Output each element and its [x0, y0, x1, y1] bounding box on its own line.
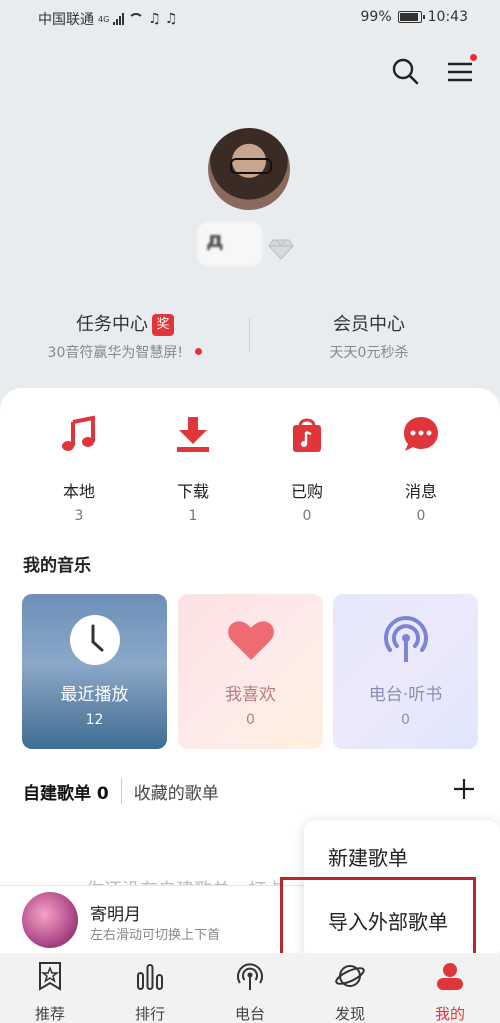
tab-collected-playlists[interactable]: 收藏的歌单 [134, 779, 219, 804]
tab-created-count: 0 [96, 783, 109, 804]
bar-chart-icon [137, 964, 163, 990]
player-hint: 左右滑动可切换上下首 [90, 928, 221, 943]
nav-mine[interactable]: 我的 [420, 961, 480, 1023]
tile-recent-count: 12 [85, 712, 104, 728]
broadcast-icon [384, 616, 428, 662]
nickname-text: д [206, 228, 224, 253]
battery-percent: 99% [360, 9, 392, 25]
purchased-bag-icon [293, 418, 321, 452]
quick-message-label: 消息 [404, 482, 437, 501]
menu-notification-dot [470, 54, 477, 61]
quick-local-label: 本地 [62, 482, 95, 501]
nav-recommend[interactable]: 推荐 [20, 961, 80, 1023]
nav-mine-label: 我的 [434, 1005, 465, 1023]
heart-icon [228, 621, 274, 660]
quick-message[interactable]: 消息 0 [381, 414, 461, 524]
wifi-icon [128, 13, 145, 25]
task-center-title: 任务中心 [76, 314, 148, 335]
task-center-subtitle: 30音符赢华为智慧屏! [47, 345, 183, 361]
album-cover[interactable] [22, 892, 78, 948]
my-music-icon [437, 963, 463, 990]
tile-radio-books[interactable]: 电台·听书 0 [333, 594, 478, 749]
highlight-annotation-box [280, 877, 476, 965]
tile-radio-label: 电台·听书 [368, 685, 443, 705]
quick-local[interactable]: 本地 3 [39, 414, 119, 524]
nav-radio-label: 电台 [234, 1005, 265, 1023]
quick-purchased-count: 0 [302, 508, 312, 524]
avatar[interactable] [208, 128, 290, 210]
status-bar: 中国联通 4G ♫ ♫ 99% 10:43 [0, 0, 500, 36]
download-icon [177, 417, 209, 452]
clock-time: 10:43 [427, 9, 468, 25]
nav-discover-label: 发现 [334, 1005, 365, 1023]
clock-icon [70, 615, 120, 665]
task-center[interactable]: 任务中心奖 30音符赢华为智慧屏! [0, 310, 250, 362]
star-bookmark-icon [39, 962, 61, 991]
quick-local-count: 3 [74, 508, 84, 524]
member-center-title: 会员中心 [333, 314, 405, 335]
signal-icon [113, 13, 125, 25]
quick-message-count: 0 [416, 508, 426, 524]
nav-discover[interactable]: 发现 [320, 961, 380, 1023]
tile-favorites-count: 0 [246, 712, 255, 728]
quick-purchased-label: 已购 [290, 482, 323, 501]
bottom-nav: 推荐 排行 电台 发现 我的 [0, 953, 500, 1023]
quick-download[interactable]: 下载 1 [153, 414, 233, 524]
tile-recent-play[interactable]: 最近播放 12 [22, 594, 167, 749]
task-notification-dot [195, 348, 203, 355]
quick-download-label: 下载 [176, 482, 209, 501]
music-notification-icon-2: ♫ [164, 11, 178, 27]
menu-item-new-playlist[interactable]: 新建歌单 [328, 842, 408, 871]
nav-recommend-label: 推荐 [34, 1005, 65, 1023]
battery-icon [397, 11, 425, 23]
nickname[interactable]: д [198, 222, 262, 266]
planet-icon [335, 965, 365, 987]
tile-radio-count: 0 [401, 712, 410, 728]
tile-recent-label: 最近播放 [60, 685, 129, 705]
member-center[interactable]: 会员中心 天天0元秒杀 [244, 310, 494, 362]
tile-favorites-label: 我喜欢 [225, 685, 276, 705]
player-song-title: 寄明月 [90, 905, 141, 925]
vip-diamond-icon[interactable] [268, 238, 294, 260]
quick-download-count: 1 [188, 508, 198, 524]
add-playlist-icon[interactable] [452, 777, 476, 801]
carrier-label: 中国联通 [38, 12, 94, 28]
tab-divider [120, 778, 122, 804]
quick-purchased[interactable]: 已购 0 [267, 414, 347, 524]
tab-created-label: 自建歌单 [23, 783, 91, 804]
reward-badge: 奖 [152, 314, 174, 336]
member-center-subtitle: 天天0元秒杀 [329, 345, 409, 361]
message-bubble-icon [404, 417, 438, 451]
playlist-tabs: 自建歌单 0 收藏的歌单 [23, 778, 219, 804]
music-notification-icon: ♫ [148, 11, 161, 27]
status-left: 中国联通 4G ♫ ♫ [38, 9, 177, 29]
nav-radio[interactable]: 电台 [220, 961, 280, 1023]
tile-favorites[interactable]: 我喜欢 0 [178, 594, 323, 749]
nav-charts-label: 排行 [134, 1005, 165, 1023]
nav-charts[interactable]: 排行 [120, 961, 180, 1023]
radio-icon [237, 963, 263, 990]
my-music-title: 我的音乐 [23, 556, 91, 576]
music-note-icon [62, 415, 95, 451]
status-right: 99% 10:43 [361, 9, 468, 25]
tab-created-playlists[interactable]: 自建歌单 0 [23, 779, 109, 804]
search-icon[interactable] [388, 54, 424, 90]
network-type: 4G [98, 14, 110, 24]
